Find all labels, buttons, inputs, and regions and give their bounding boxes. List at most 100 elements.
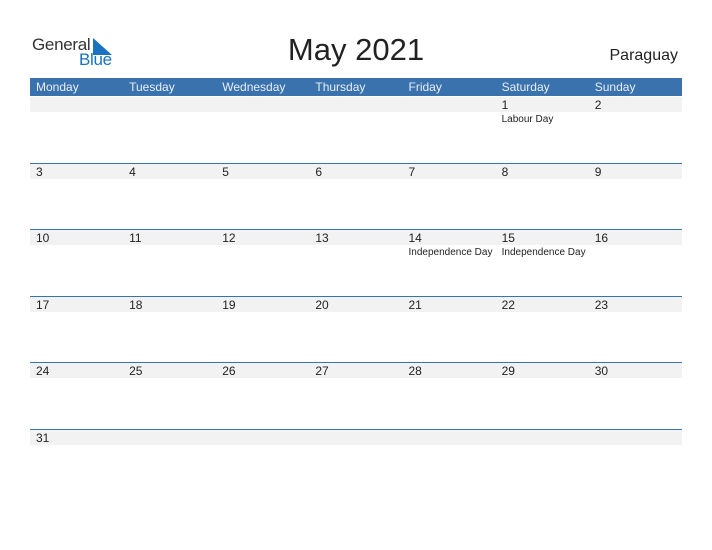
day-number <box>216 97 310 112</box>
day-cell[interactable] <box>30 97 124 125</box>
day-cell[interactable] <box>495 430 589 447</box>
day-number <box>216 430 310 445</box>
holiday-label: Independence Day <box>501 247 586 258</box>
day-number: 10 <box>30 230 124 245</box>
day-number: 12 <box>216 230 310 245</box>
day-cell[interactable]: 9 <box>588 164 682 181</box>
day-number: 25 <box>123 363 217 378</box>
weekday-sunday: Sunday <box>594 80 636 94</box>
day-cell[interactable]: 19 <box>216 297 310 314</box>
day-number <box>30 97 124 112</box>
day-cell[interactable]: 21 <box>402 297 496 314</box>
day-number: 1 <box>495 97 589 112</box>
week-row: 1 Labour Day 2 <box>30 97 682 125</box>
week-row: 3456789 <box>30 163 682 181</box>
day-number: 20 <box>309 297 403 312</box>
day-number: 28 <box>402 363 496 378</box>
day-cell[interactable] <box>216 430 310 447</box>
day-cell[interactable] <box>309 97 403 125</box>
day-cell[interactable]: 5 <box>216 164 310 181</box>
holiday-label: Independence Day <box>408 247 493 258</box>
day-number: 14 <box>402 230 496 245</box>
week-row: 17 18 19 20 21 22 23 <box>30 296 682 314</box>
day-cell[interactable]: 3 <box>30 164 124 181</box>
week-row: 24 25 26 27 28 29 30 <box>30 362 682 380</box>
day-cell[interactable]: 8 <box>495 164 589 181</box>
day-cell[interactable]: 10 <box>30 230 124 258</box>
day-cell[interactable] <box>402 97 496 125</box>
day-number: 23 <box>588 297 682 312</box>
day-number <box>309 430 403 445</box>
day-number: 13 <box>309 230 403 245</box>
day-cell[interactable]: 25 <box>123 363 217 380</box>
day-number: 8 <box>495 164 589 179</box>
week-row: 10 11 12 13 14 Independence Day 15 Independence… <box>30 229 682 258</box>
page-title: May 2021 <box>287 32 425 67</box>
day-number: 19 <box>216 297 310 312</box>
day-cell[interactable]: 22 <box>495 297 589 314</box>
day-number: 27 <box>309 363 403 378</box>
day-cell[interactable]: 1 Labour Day <box>495 97 589 125</box>
day-cell[interactable]: 14 Independence Day <box>402 230 496 258</box>
weekday-wednesday: Wednesday <box>222 80 286 94</box>
day-cell[interactable] <box>402 430 496 447</box>
day-number: 7 <box>402 164 496 179</box>
day-cell[interactable]: 27 <box>309 363 403 380</box>
holiday-label: Labour Day <box>501 114 554 125</box>
day-number <box>309 97 403 112</box>
day-number: 24 <box>30 363 124 378</box>
weekday-friday: Friday <box>408 80 442 94</box>
day-number: 29 <box>495 363 589 378</box>
day-cell[interactable]: 24 <box>30 363 124 380</box>
day-cell[interactable] <box>216 97 310 125</box>
day-cell[interactable]: 13 <box>309 230 403 258</box>
day-number <box>402 430 496 445</box>
day-number: 22 <box>495 297 589 312</box>
day-number: 21 <box>402 297 496 312</box>
day-cell[interactable]: 18 <box>123 297 217 314</box>
day-cell[interactable]: 7 <box>402 164 496 181</box>
weekday-thursday: Thursday <box>315 80 366 94</box>
day-cell[interactable]: 28 <box>402 363 496 380</box>
weekday-monday: Monday <box>36 80 79 94</box>
day-cell[interactable]: 15 Independence Day <box>495 230 589 258</box>
day-cell[interactable] <box>588 430 682 447</box>
day-cell[interactable]: 16 <box>588 230 682 258</box>
day-number <box>123 430 217 445</box>
day-number: 15 <box>495 230 589 245</box>
day-cell[interactable]: 12 <box>216 230 310 258</box>
day-cell[interactable]: 6 <box>309 164 403 181</box>
day-number: 31 <box>30 430 124 445</box>
day-number: 11 <box>123 230 217 245</box>
day-cell[interactable]: 2 <box>588 97 682 125</box>
day-cell[interactable] <box>123 97 217 125</box>
weekday-header: Monday Tuesday Wednesday Thursday Friday… <box>30 78 682 96</box>
country-label: Paraguay <box>609 47 679 64</box>
day-number <box>495 430 589 445</box>
day-cell[interactable]: 29 <box>495 363 589 380</box>
day-cell[interactable]: 20 <box>309 297 403 314</box>
day-cell[interactable]: 17 <box>30 297 124 314</box>
day-number: 6 <box>309 164 403 179</box>
day-number: 17 <box>30 297 124 312</box>
day-number: 30 <box>588 363 682 378</box>
day-cell[interactable]: 31 <box>30 430 124 447</box>
weekday-saturday: Saturday <box>501 80 550 94</box>
week-row: 31 <box>30 429 682 447</box>
day-cell[interactable]: 11 <box>123 230 217 258</box>
day-cell[interactable]: 30 <box>588 363 682 380</box>
day-cell[interactable] <box>123 430 217 447</box>
day-number: 3 <box>30 164 124 179</box>
day-number: 18 <box>123 297 217 312</box>
day-number: 26 <box>216 363 310 378</box>
day-cell[interactable]: 26 <box>216 363 310 380</box>
day-number <box>588 430 682 445</box>
day-cell[interactable] <box>309 430 403 447</box>
day-number <box>123 97 217 112</box>
day-number <box>402 97 496 112</box>
day-cell[interactable]: 23 <box>588 297 682 314</box>
day-number: 5 <box>216 164 310 179</box>
day-number: 9 <box>588 164 682 179</box>
day-number: 4 <box>123 164 217 179</box>
day-cell[interactable]: 4 <box>123 164 217 181</box>
